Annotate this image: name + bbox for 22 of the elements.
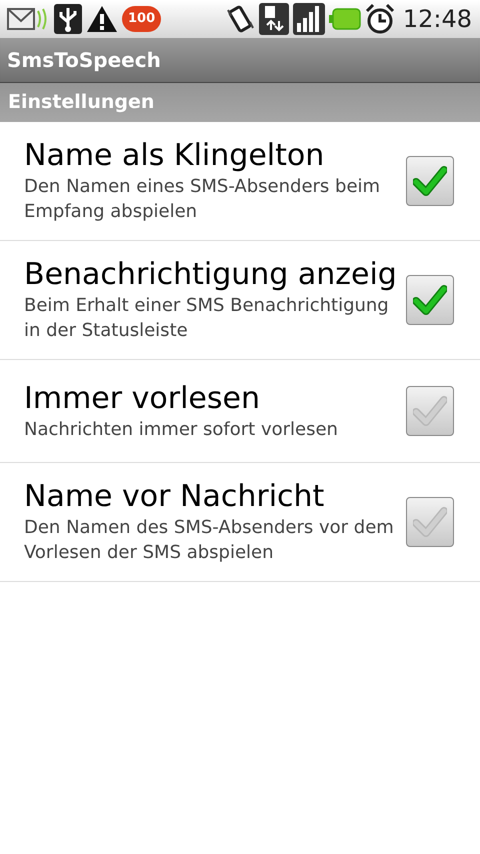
usb-icon [54, 4, 82, 34]
preference-summary: Den Namen eines SMS-Absenders beim Empfang abspielen [24, 175, 382, 224]
preference-title: Benachrichtigung anzeig [24, 257, 396, 293]
signal-icon [292, 3, 325, 35]
preference-summary: Den Namen des SMS-Absenders vor dem Vorlesen der SMS abspielen [24, 516, 395, 565]
section-header: Einstellungen [8, 90, 154, 116]
network-icon [258, 3, 289, 35]
checkbox[interactable] [406, 275, 454, 325]
warning-icon [86, 5, 118, 33]
preference-title: Immer vorlesen [24, 380, 261, 416]
checkbox[interactable] [406, 497, 454, 547]
preference-title: Name vor Nachricht [24, 479, 326, 515]
checkbox[interactable] [406, 386, 454, 436]
alarm-icon [364, 3, 395, 35]
notification-badge: 100 [122, 6, 162, 32]
clock-time: 12:48 [402, 4, 472, 35]
preference-summary: Nachrichten immer sofort vorlesen [24, 418, 339, 442]
battery-icon [328, 8, 361, 30]
app-title: SmsToSpeech [7, 47, 161, 74]
preference-title: Name als Klingelton [24, 138, 326, 174]
preference-summary: Beim Erhalt einer SMS Benachrichtigung in der Statusleiste [24, 294, 390, 343]
checkbox[interactable] [406, 156, 454, 206]
